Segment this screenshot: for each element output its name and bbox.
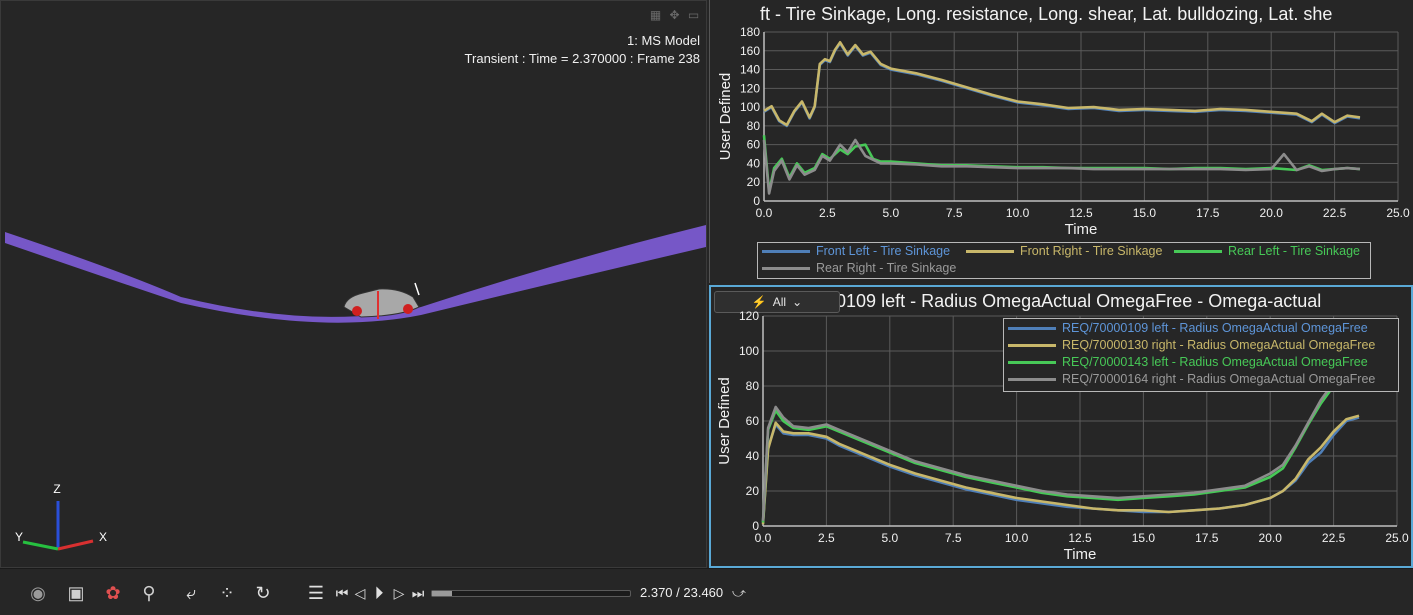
y-axis-label: User Defined [716, 377, 733, 465]
chart2-legend: REQ/70000109 left - Radius OmegaActual O… [1003, 318, 1399, 392]
legend-label: REQ/70000109 left - Radius OmegaActual O… [1062, 321, 1368, 335]
legend-label: Rear Left - Tire Sinkage [1228, 244, 1361, 258]
x-tick-label: 5.0 [882, 206, 899, 220]
omega-chart-panel[interactable]: 000109 left - Radius OmegaActual OmegaFr… [709, 285, 1413, 568]
x-tick-label: 2.5 [818, 531, 835, 545]
legend-swatch [1008, 343, 1056, 347]
x-tick-label: 12.5 [1069, 206, 1093, 220]
x-tick-label: 17.5 [1196, 206, 1220, 220]
legend-item: REQ/70000164 right - Radius OmegaActual … [1008, 372, 1375, 386]
x-tick-label: 10.0 [1005, 531, 1029, 545]
series-line-0 [761, 416, 1360, 523]
time-scrubber-fill [432, 591, 452, 596]
chart1-plot: 0204060801001201401601800.0 2.5 5.0 7.5 10.0… [717, 25, 1410, 238]
legend-item: Rear Right - Tire Sinkage [762, 261, 956, 275]
eye-icon[interactable]: ◉ [25, 580, 51, 606]
x-tick-label: 17.5 [1195, 531, 1219, 545]
legend-item: REQ/70000109 left - Radius OmegaActual O… [1008, 321, 1368, 335]
x-tick-label: 12.5 [1068, 531, 1092, 545]
legend-label: Front Right - Tire Sinkage [1020, 244, 1163, 258]
x-tick-label: 25.0 [1386, 206, 1410, 220]
y-tick-label: 120 [739, 309, 759, 323]
y-tick-label: 80 [746, 379, 760, 393]
y-tick-label: 100 [740, 100, 760, 114]
x-tick-label: 25.0 [1385, 531, 1409, 545]
y-tick-label: 160 [740, 44, 760, 58]
y-tick-label: 180 [740, 25, 760, 39]
y-tick-label: 120 [740, 81, 760, 95]
curve-settings-icon[interactable]: ⤻ [726, 580, 752, 606]
x-tick-label: 5.0 [881, 531, 898, 545]
series-line-0 [763, 41, 1361, 128]
y-axis-label: User Defined [717, 73, 734, 161]
search-dropdown-icon[interactable]: ⚲ [136, 580, 162, 606]
legend-swatch [762, 249, 810, 253]
legend-swatch [966, 249, 1014, 253]
x-tick-label: 15.0 [1132, 531, 1156, 545]
scene: Z Y X [5, 225, 706, 551]
time-readout: 2.370 / 23.460 [640, 585, 724, 600]
series-line-1 [763, 40, 1361, 127]
x-tick-label: 20.0 [1259, 531, 1283, 545]
legend-swatch [1008, 360, 1056, 364]
x-tick-label: 2.5 [819, 206, 836, 220]
legend-swatch [1174, 249, 1222, 253]
x-axis-label: Time [1064, 546, 1097, 563]
legend-item: REQ/70000143 left - Radius OmegaActual O… [1008, 355, 1368, 369]
legend-label: Front Left - Tire Sinkage [816, 244, 951, 258]
tire-sinkage-chart-panel[interactable]: ft - Tire Sinkage, Long. resistance, Lon… [709, 0, 1413, 283]
color-palette-icon[interactable]: ✿ [100, 580, 126, 606]
y-tick-label: 20 [747, 175, 761, 189]
y-tick-label: 140 [740, 63, 760, 77]
legend-item: Front Left - Tire Sinkage [762, 244, 950, 258]
bottom-toolbar: ◉ ▣ ✿ ⚲ ⤶ ⁘ ↻ ☰ ⏮ ◁ ⏵ ▷ ⏭ 2.370 / 23.460… [0, 568, 1413, 615]
y-tick-label: 60 [746, 414, 760, 428]
axis-y-label: Y [15, 530, 23, 544]
x-tick-label: 7.5 [945, 531, 962, 545]
legend-swatch [1008, 326, 1056, 330]
legend-label: REQ/70000164 right - Radius OmegaActual … [1062, 372, 1376, 386]
x-tick-label: 20.0 [1260, 206, 1284, 220]
series-line-1 [761, 414, 1360, 525]
x-tick-label: 0.0 [756, 206, 773, 220]
y-tick-label: 20 [746, 484, 760, 498]
legend-label: Rear Right - Tire Sinkage [816, 261, 957, 275]
y-tick-label: 40 [747, 156, 761, 170]
vehicle-model[interactable] [343, 282, 420, 319]
menu-icon[interactable]: ☰ [303, 580, 329, 606]
legend-item: Rear Left - Tire Sinkage [1174, 244, 1360, 258]
legend-item: REQ/70000130 right - Radius OmegaActual … [1008, 338, 1375, 352]
y-tick-label: 100 [739, 344, 759, 358]
legend-item: Front Right - Tire Sinkage [966, 244, 1162, 258]
time-scrubber[interactable] [431, 590, 631, 597]
y-tick-label: 60 [747, 138, 761, 152]
legend-label: REQ/70000130 right - Radius OmegaActual … [1062, 338, 1376, 352]
skip-end-icon[interactable]: ⏭ [405, 580, 431, 606]
legend-label: REQ/70000143 left - Radius OmegaActual O… [1062, 355, 1368, 369]
x-tick-label: 0.0 [755, 531, 772, 545]
y-tick-label: 80 [747, 119, 761, 133]
points-icon[interactable]: ⁘ [214, 580, 240, 606]
x-axis-label: Time [1065, 221, 1098, 238]
x-tick-label: 22.5 [1322, 531, 1346, 545]
x-tick-label: 22.5 [1323, 206, 1347, 220]
camera-icon[interactable]: ▣ [63, 580, 89, 606]
chart1-legend: Front Left - Tire Sinkage Front Right - T… [757, 242, 1371, 279]
legend-swatch [762, 266, 810, 270]
legend-swatch [1008, 377, 1056, 381]
x-tick-label: 7.5 [946, 206, 963, 220]
axis-x-label: X [99, 530, 107, 544]
axis-z-label: Z [53, 482, 60, 496]
undo-icon[interactable]: ⤶ [178, 580, 204, 606]
y-tick-label: 40 [746, 449, 760, 463]
x-tick-label: 15.0 [1133, 206, 1157, 220]
refresh-icon[interactable]: ↻ [250, 580, 276, 606]
axis-triad: Z Y X [15, 482, 107, 551]
model-viewport[interactable]: ▦ ✥ ▭ 1: MS Model Transient : Time = 2.3… [0, 0, 707, 568]
x-tick-label: 10.0 [1006, 206, 1030, 220]
